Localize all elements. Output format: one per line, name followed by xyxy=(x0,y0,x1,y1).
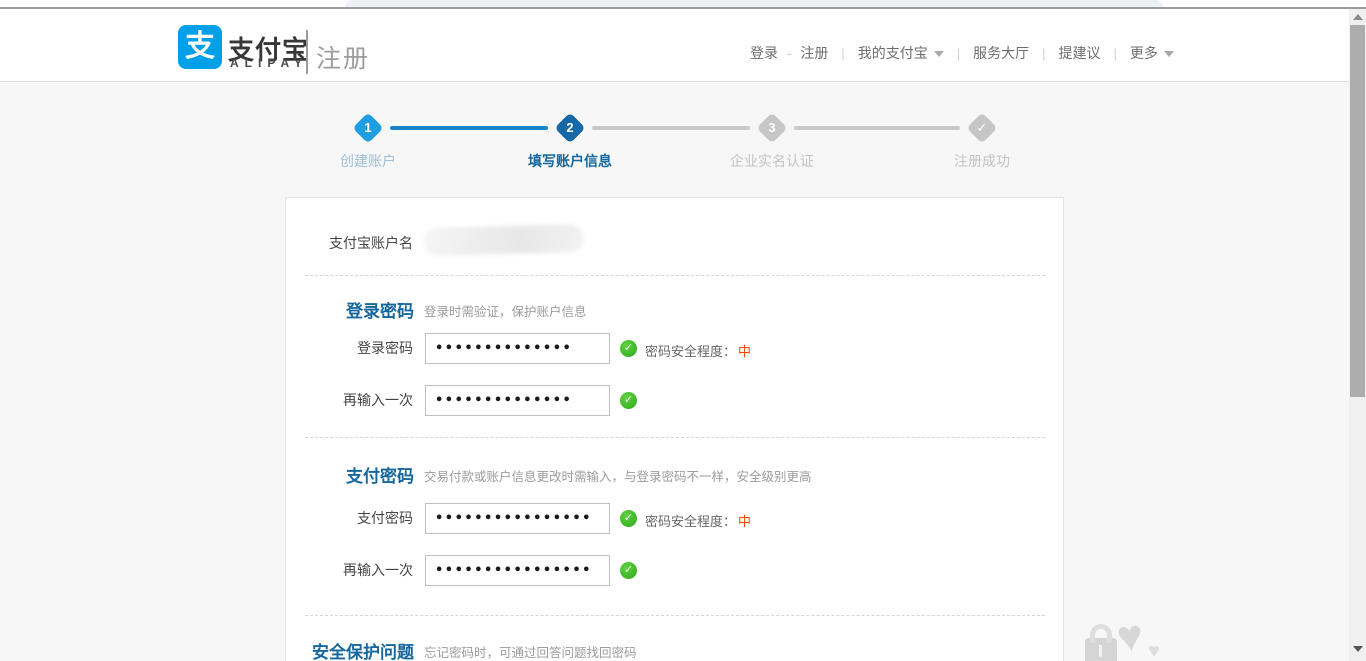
nav-separator: | xyxy=(841,46,844,61)
nav-more-menu[interactable]: 更多 xyxy=(1130,43,1174,63)
pay-password-repeat-label: 再输入一次 xyxy=(273,555,413,585)
nav-suggest-link[interactable]: 提建议 xyxy=(1059,43,1101,63)
heart-icon: ♥ xyxy=(1114,611,1145,661)
login-password-repeat-label: 再输入一次 xyxy=(273,385,413,415)
alipay-logo-icon[interactable]: 支 xyxy=(178,25,222,69)
valid-check-icon: ✓ xyxy=(620,562,637,579)
pay-password-repeat-input[interactable] xyxy=(425,555,610,586)
strength-label: 密码安全程度： xyxy=(645,514,736,529)
scrollbar-thumb[interactable] xyxy=(1350,25,1365,397)
browser-chrome-strip xyxy=(0,0,1366,9)
strength-value: 中 xyxy=(738,514,751,529)
valid-check-icon: ✓ xyxy=(620,510,637,527)
pay-password-strength: 密码安全程度：中 xyxy=(645,511,751,530)
account-name-redacted-value xyxy=(424,224,585,256)
pay-password-label: 支付密码 xyxy=(273,503,413,533)
login-password-strength: 密码安全程度：中 xyxy=(645,341,751,360)
step-connector-active xyxy=(390,126,548,130)
step-3-marker: 3 xyxy=(756,112,787,143)
vertical-scrollbar[interactable] xyxy=(1349,9,1366,661)
lock-icon xyxy=(1085,638,1117,661)
nav-service-hall-link[interactable]: 服务大厅 xyxy=(973,43,1029,63)
pay-password-input[interactable] xyxy=(425,503,610,534)
step-connector xyxy=(794,126,960,130)
alipay-register-page: 支 支付宝 ALIPAY 注册 登录 - 注册 | 我的支付宝 | 服务大厅 |… xyxy=(0,0,1366,661)
site-header: 支 支付宝 ALIPAY 注册 登录 - 注册 | 我的支付宝 | 服务大厅 |… xyxy=(0,9,1349,82)
register-form-card xyxy=(285,197,1064,661)
scrollbar-down-arrow-icon[interactable] xyxy=(1353,646,1363,652)
step-2-label: 填写账户信息 xyxy=(490,151,650,171)
section-divider xyxy=(305,275,1045,276)
step-1-marker: 1 xyxy=(352,112,383,143)
login-password-section-hint: 登录时需验证，保护账户信息 xyxy=(424,301,587,320)
step-2-marker: 2 xyxy=(554,112,585,143)
nav-my-alipay-menu[interactable]: 我的支付宝 xyxy=(858,43,944,63)
step-connector xyxy=(592,126,750,130)
nav-dash: - xyxy=(787,46,791,61)
valid-check-icon: ✓ xyxy=(620,392,637,409)
scrollbar-up-arrow-icon[interactable] xyxy=(1353,14,1363,20)
step-3-label: 企业实名认证 xyxy=(692,151,852,171)
section-divider xyxy=(305,437,1045,438)
login-password-input[interactable] xyxy=(425,333,610,364)
login-password-section-title: 登录密码 xyxy=(214,297,414,322)
heart-icon: ♥ xyxy=(1148,640,1160,661)
step-4-label: 注册成功 xyxy=(902,151,1062,171)
security-question-section-title: 安全保护问题 xyxy=(214,638,414,661)
step-1-label: 创建账户 xyxy=(288,151,448,171)
step-4-marker-check-icon: ✓ xyxy=(966,112,997,143)
valid-check-icon: ✓ xyxy=(620,340,637,357)
chevron-down-icon xyxy=(934,51,944,57)
nav-register-link[interactable]: 注册 xyxy=(800,43,828,63)
strength-label: 密码安全程度： xyxy=(645,344,736,359)
nav-separator: | xyxy=(1042,46,1045,61)
logo-divider xyxy=(306,30,308,74)
nav-login-link[interactable]: 登录 xyxy=(750,43,778,63)
account-name-label: 支付宝账户名 xyxy=(273,233,413,253)
pay-password-section-title: 支付密码 xyxy=(214,462,414,487)
page-title: 注册 xyxy=(316,39,370,75)
login-password-repeat-input[interactable] xyxy=(425,385,610,416)
chevron-down-icon xyxy=(1164,51,1174,57)
nav-separator: | xyxy=(1114,46,1117,61)
nav-separator: | xyxy=(957,46,960,61)
brand-name-en: ALIPAY xyxy=(230,56,308,70)
nav-my-alipay-label: 我的支付宝 xyxy=(858,45,928,61)
login-password-label: 登录密码 xyxy=(273,333,413,363)
nav-more-label: 更多 xyxy=(1130,45,1158,61)
top-nav: 登录 - 注册 | 我的支付宝 | 服务大厅 | 提建议 | 更多 xyxy=(750,43,1174,63)
section-divider xyxy=(305,615,1045,616)
browser-tab-edge xyxy=(345,0,1163,7)
pay-password-section-hint: 交易付款或账户信息更改时需输入，与登录密码不一样，安全级别更高 xyxy=(424,466,812,485)
security-question-section-hint: 忘记密码时，可通过回答问题找回密码 xyxy=(424,642,637,661)
strength-value: 中 xyxy=(738,344,751,359)
